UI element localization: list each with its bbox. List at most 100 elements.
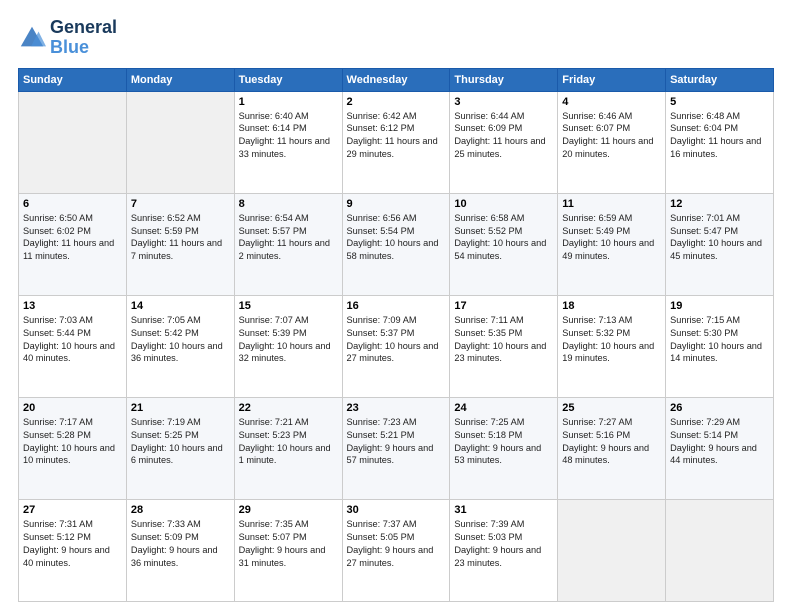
day-info: Sunrise: 6:58 AMSunset: 5:52 PMDaylight:…	[454, 212, 553, 264]
calendar-cell: 3Sunrise: 6:44 AMSunset: 6:09 PMDaylight…	[450, 91, 558, 193]
header-row: SundayMondayTuesdayWednesdayThursdayFrid…	[19, 68, 774, 91]
calendar-cell: 7Sunrise: 6:52 AMSunset: 5:59 PMDaylight…	[126, 193, 234, 295]
header: General Blue	[18, 18, 774, 58]
day-number: 28	[131, 504, 230, 516]
logo: General Blue	[18, 18, 117, 58]
day-info: Sunrise: 7:23 AMSunset: 5:21 PMDaylight:…	[347, 416, 446, 468]
day-number: 24	[454, 402, 553, 414]
logo-text: General Blue	[50, 18, 117, 58]
day-number: 16	[347, 300, 446, 312]
calendar-cell: 4Sunrise: 6:46 AMSunset: 6:07 PMDaylight…	[558, 91, 666, 193]
day-info: Sunrise: 7:27 AMSunset: 5:16 PMDaylight:…	[562, 416, 661, 468]
calendar-cell: 5 Sunrise: 6:48 AMSunset: 6:04 PMDaylight…	[666, 91, 774, 193]
day-number: 26	[670, 402, 769, 414]
day-number: 31	[454, 504, 553, 516]
day-info: Sunrise: 6:54 AMSunset: 5:57 PMDaylight:…	[239, 212, 338, 264]
day-number: 18	[562, 300, 661, 312]
day-info: Sunrise: 7:29 AMSunset: 5:14 PMDaylight:…	[670, 416, 769, 468]
day-info: Sunrise: 7:31 AMSunset: 5:12 PMDaylight:…	[23, 518, 122, 570]
day-info: Sunrise: 7:05 AMSunset: 5:42 PMDaylight:…	[131, 314, 230, 366]
day-number: 9	[347, 198, 446, 210]
day-number: 6	[23, 198, 122, 210]
day-info: Sunrise: 6:56 AMSunset: 5:54 PMDaylight:…	[347, 212, 446, 264]
day-number: 22	[239, 402, 338, 414]
day-info: Sunrise: 7:09 AMSunset: 5:37 PMDaylight:…	[347, 314, 446, 366]
col-header-friday: Friday	[558, 68, 666, 91]
day-info: Sunrise: 7:13 AMSunset: 5:32 PMDaylight:…	[562, 314, 661, 366]
calendar-cell: 1 Sunrise: 6:40 AMSunset: 6:14 PMDaylight…	[234, 91, 342, 193]
day-info: Sunrise: 7:39 AMSunset: 5:03 PMDaylight:…	[454, 518, 553, 570]
calendar-cell: 11 Sunrise: 6:59 AMSunset: 5:49 PMDayligh…	[558, 193, 666, 295]
calendar-cell: 18 Sunrise: 7:13 AMSunset: 5:32 PMDayligh…	[558, 295, 666, 397]
week-row-1: 6 Sunrise: 6:50 AMSunset: 6:02 PMDaylight…	[19, 193, 774, 295]
day-number: 23	[347, 402, 446, 414]
day-info: Sunrise: 7:07 AMSunset: 5:39 PMDaylight:…	[239, 314, 338, 366]
calendar-cell	[666, 499, 774, 601]
calendar-cell: 10 Sunrise: 6:58 AMSunset: 5:52 PMDayligh…	[450, 193, 558, 295]
day-number: 19	[670, 300, 769, 312]
week-row-0: 1 Sunrise: 6:40 AMSunset: 6:14 PMDaylight…	[19, 91, 774, 193]
day-info: Sunrise: 6:52 AMSunset: 5:59 PMDaylight:…	[131, 212, 230, 264]
day-number: 25	[562, 402, 661, 414]
calendar-cell: 23 Sunrise: 7:23 AMSunset: 5:21 PMDayligh…	[342, 397, 450, 499]
day-info: Sunrise: 6:42 AMSunset: 6:12 PMDaylight:…	[347, 110, 446, 162]
calendar-cell: 2Sunrise: 6:42 AMSunset: 6:12 PMDaylight…	[342, 91, 450, 193]
calendar-header: SundayMondayTuesdayWednesdayThursdayFrid…	[19, 68, 774, 91]
day-info: Sunrise: 7:33 AMSunset: 5:09 PMDaylight:…	[131, 518, 230, 570]
calendar-cell: 26 Sunrise: 7:29 AMSunset: 5:14 PMDayligh…	[666, 397, 774, 499]
calendar-cell: 6 Sunrise: 6:50 AMSunset: 6:02 PMDaylight…	[19, 193, 127, 295]
calendar-cell: 12 Sunrise: 7:01 AMSunset: 5:47 PMDayligh…	[666, 193, 774, 295]
calendar-cell: 8 Sunrise: 6:54 AMSunset: 5:57 PMDaylight…	[234, 193, 342, 295]
col-header-sunday: Sunday	[19, 68, 127, 91]
day-number: 20	[23, 402, 122, 414]
col-header-saturday: Saturday	[666, 68, 774, 91]
day-info: Sunrise: 7:35 AMSunset: 5:07 PMDaylight:…	[239, 518, 338, 570]
day-number: 8	[239, 198, 338, 210]
day-info: Sunrise: 7:37 AMSunset: 5:05 PMDaylight:…	[347, 518, 446, 570]
day-info: Sunrise: 6:50 AMSunset: 6:02 PMDaylight:…	[23, 212, 122, 264]
day-info: Sunrise: 6:40 AMSunset: 6:14 PMDaylight:…	[239, 110, 338, 162]
calendar-cell: 15Sunrise: 7:07 AMSunset: 5:39 PMDayligh…	[234, 295, 342, 397]
calendar-cell: 24Sunrise: 7:25 AMSunset: 5:18 PMDayligh…	[450, 397, 558, 499]
calendar-cell: 21 Sunrise: 7:19 AMSunset: 5:25 PMDayligh…	[126, 397, 234, 499]
calendar-cell: 16 Sunrise: 7:09 AMSunset: 5:37 PMDayligh…	[342, 295, 450, 397]
day-number: 30	[347, 504, 446, 516]
day-number: 14	[131, 300, 230, 312]
day-info: Sunrise: 7:19 AMSunset: 5:25 PMDaylight:…	[131, 416, 230, 468]
calendar-cell: 13 Sunrise: 7:03 AMSunset: 5:44 PMDayligh…	[19, 295, 127, 397]
day-number: 13	[23, 300, 122, 312]
day-number: 21	[131, 402, 230, 414]
calendar-cell: 29 Sunrise: 7:35 AMSunset: 5:07 PMDayligh…	[234, 499, 342, 601]
day-number: 17	[454, 300, 553, 312]
day-info: Sunrise: 7:03 AMSunset: 5:44 PMDaylight:…	[23, 314, 122, 366]
day-number: 27	[23, 504, 122, 516]
day-number: 29	[239, 504, 338, 516]
day-info: Sunrise: 7:15 AMSunset: 5:30 PMDaylight:…	[670, 314, 769, 366]
calendar-cell: 20Sunrise: 7:17 AMSunset: 5:28 PMDayligh…	[19, 397, 127, 499]
day-number: 1	[239, 96, 338, 108]
day-info: Sunrise: 7:01 AMSunset: 5:47 PMDaylight:…	[670, 212, 769, 264]
calendar-cell: 19 Sunrise: 7:15 AMSunset: 5:30 PMDayligh…	[666, 295, 774, 397]
col-header-wednesday: Wednesday	[342, 68, 450, 91]
day-info: Sunrise: 6:59 AMSunset: 5:49 PMDaylight:…	[562, 212, 661, 264]
calendar-cell: 28 Sunrise: 7:33 AMSunset: 5:09 PMDayligh…	[126, 499, 234, 601]
day-number: 5	[670, 96, 769, 108]
calendar-cell	[19, 91, 127, 193]
col-header-thursday: Thursday	[450, 68, 558, 91]
calendar-body: 1 Sunrise: 6:40 AMSunset: 6:14 PMDaylight…	[19, 91, 774, 601]
day-number: 4	[562, 96, 661, 108]
calendar-cell: 27 Sunrise: 7:31 AMSunset: 5:12 PMDayligh…	[19, 499, 127, 601]
calendar-cell: 14 Sunrise: 7:05 AMSunset: 5:42 PMDayligh…	[126, 295, 234, 397]
week-row-2: 13 Sunrise: 7:03 AMSunset: 5:44 PMDayligh…	[19, 295, 774, 397]
page: General Blue SundayMondayTuesdayWednesda…	[0, 0, 792, 612]
day-number: 10	[454, 198, 553, 210]
calendar-table: SundayMondayTuesdayWednesdayThursdayFrid…	[18, 68, 774, 602]
calendar-cell: 9 Sunrise: 6:56 AMSunset: 5:54 PMDaylight…	[342, 193, 450, 295]
day-number: 12	[670, 198, 769, 210]
day-info: Sunrise: 7:21 AMSunset: 5:23 PMDaylight:…	[239, 416, 338, 468]
day-number: 11	[562, 198, 661, 210]
calendar-cell: 31 Sunrise: 7:39 AMSunset: 5:03 PMDayligh…	[450, 499, 558, 601]
day-info: Sunrise: 6:48 AMSunset: 6:04 PMDaylight:…	[670, 110, 769, 162]
calendar-cell	[558, 499, 666, 601]
day-info: Sunrise: 6:44 AMSunset: 6:09 PMDaylight:…	[454, 110, 553, 162]
